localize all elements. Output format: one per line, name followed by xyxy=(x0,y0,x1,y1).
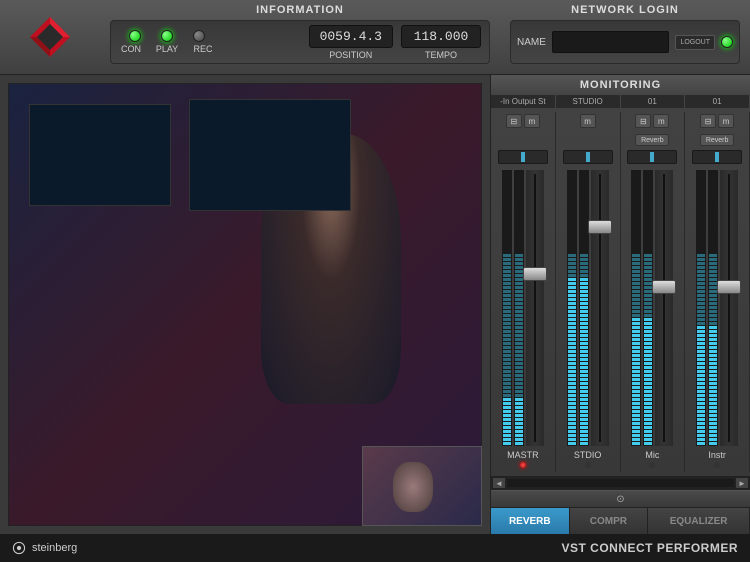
tab-compressor[interactable]: COMPR xyxy=(570,508,649,534)
play-led xyxy=(161,30,173,42)
volume-fader[interactable] xyxy=(526,170,544,446)
pan-slider[interactable] xyxy=(627,150,677,164)
volume-fader[interactable] xyxy=(591,170,609,446)
pan-slider[interactable] xyxy=(563,150,613,164)
channel-strip: ⊟m Reverb Mic xyxy=(621,112,686,472)
level-meter xyxy=(631,170,641,446)
channel-name: MASTR xyxy=(507,446,539,462)
header-output: -In Output St xyxy=(491,95,556,108)
tempo-label: TEMPO xyxy=(425,50,457,60)
mute-button[interactable]: m xyxy=(524,114,540,128)
record-arm-indicator[interactable] xyxy=(649,462,655,468)
con-led xyxy=(129,30,141,42)
con-label: CON xyxy=(119,44,143,54)
channel-name: Instr xyxy=(708,446,726,462)
header-ch1: 01 xyxy=(621,95,686,108)
level-meter xyxy=(514,170,524,446)
solo-button[interactable]: ⊟ xyxy=(700,114,716,128)
app-logo xyxy=(0,0,100,74)
channel-strip: ⊟m MASTR xyxy=(491,112,556,472)
channel-scrollbar[interactable]: ◄ ► xyxy=(491,476,750,490)
level-meter xyxy=(708,170,718,446)
steinberg-icon xyxy=(12,541,26,555)
scroll-left-icon[interactable]: ◄ xyxy=(493,478,505,488)
record-arm-indicator[interactable] xyxy=(714,462,720,468)
channel-headers: -In Output St STUDIO 01 01 xyxy=(491,95,750,108)
tempo-display: 118.000 xyxy=(401,25,481,48)
diamond-logo-icon xyxy=(25,12,75,62)
tab-reverb[interactable]: REVERB xyxy=(491,508,570,534)
position-label: POSITION xyxy=(329,50,372,60)
header-studio: STUDIO xyxy=(556,95,621,108)
header-ch2: 01 xyxy=(685,95,750,108)
mute-button[interactable]: m xyxy=(653,114,669,128)
rec-led xyxy=(193,30,205,42)
login-title: NETWORK LOGIN xyxy=(510,4,740,16)
product-name: VST CONNECT PERFORMER xyxy=(561,541,738,555)
level-meter xyxy=(696,170,706,446)
information-panel: INFORMATION CON PLAY REC 005 xyxy=(100,0,500,74)
solo-button[interactable]: ⊟ xyxy=(506,114,522,128)
monitoring-title: MONITORING xyxy=(491,75,750,95)
pan-slider[interactable] xyxy=(692,150,742,164)
channel-strip: m STDIO xyxy=(556,112,621,472)
volume-fader[interactable] xyxy=(720,170,738,446)
level-meter xyxy=(643,170,653,446)
channel-name: Mic xyxy=(645,446,659,462)
video-area xyxy=(0,75,490,534)
play-label: PLAY xyxy=(155,44,179,54)
mixer: ⊟mMASTRmSTDIO⊟mReverbMic⊟mReverbInstr xyxy=(491,108,750,476)
reverb-send-button[interactable]: Reverb xyxy=(635,134,669,146)
record-arm-indicator[interactable] xyxy=(520,462,526,468)
connection-led xyxy=(721,36,733,48)
reverb-send-button[interactable]: Reverb xyxy=(700,134,734,146)
solo-button[interactable]: ⊟ xyxy=(635,114,651,128)
channel-strip: ⊟m Reverb Instr xyxy=(685,112,750,472)
brand: steinberg xyxy=(12,541,77,555)
position-display: 0059.4.3 xyxy=(309,25,393,48)
bottom-bar: steinberg VST CONNECT PERFORMER xyxy=(0,534,750,562)
volume-fader[interactable] xyxy=(655,170,673,446)
rec-label: REC xyxy=(191,44,215,54)
level-meter xyxy=(579,170,589,446)
level-meter xyxy=(502,170,512,446)
pan-slider[interactable] xyxy=(498,150,548,164)
video-self-thumbnail[interactable] xyxy=(362,446,482,526)
info-title: INFORMATION xyxy=(110,4,490,16)
scroll-right-icon[interactable]: ► xyxy=(736,478,748,488)
name-label: NAME xyxy=(517,37,546,48)
brand-label: steinberg xyxy=(32,542,77,554)
chevron-up-icon: ⊙ xyxy=(616,494,624,505)
record-arm-indicator[interactable] xyxy=(585,462,591,468)
monitoring-panel: MONITORING -In Output St STUDIO 01 01 ⊟m… xyxy=(490,75,750,534)
top-bar: INFORMATION CON PLAY REC 005 xyxy=(0,0,750,75)
name-input[interactable] xyxy=(552,31,670,53)
network-login-panel: NETWORK LOGIN NAME LOGOUT xyxy=(500,0,750,74)
tab-equalizer[interactable]: EQUALIZER xyxy=(648,508,750,534)
logout-button[interactable]: LOGOUT xyxy=(675,35,715,50)
expand-fx-button[interactable]: ⊙ xyxy=(491,490,750,508)
fx-tabs: REVERB COMPR EQUALIZER xyxy=(491,508,750,534)
mute-button[interactable]: m xyxy=(580,114,596,128)
level-meter xyxy=(567,170,577,446)
channel-name: STDIO xyxy=(574,446,602,462)
mute-button[interactable]: m xyxy=(718,114,734,128)
